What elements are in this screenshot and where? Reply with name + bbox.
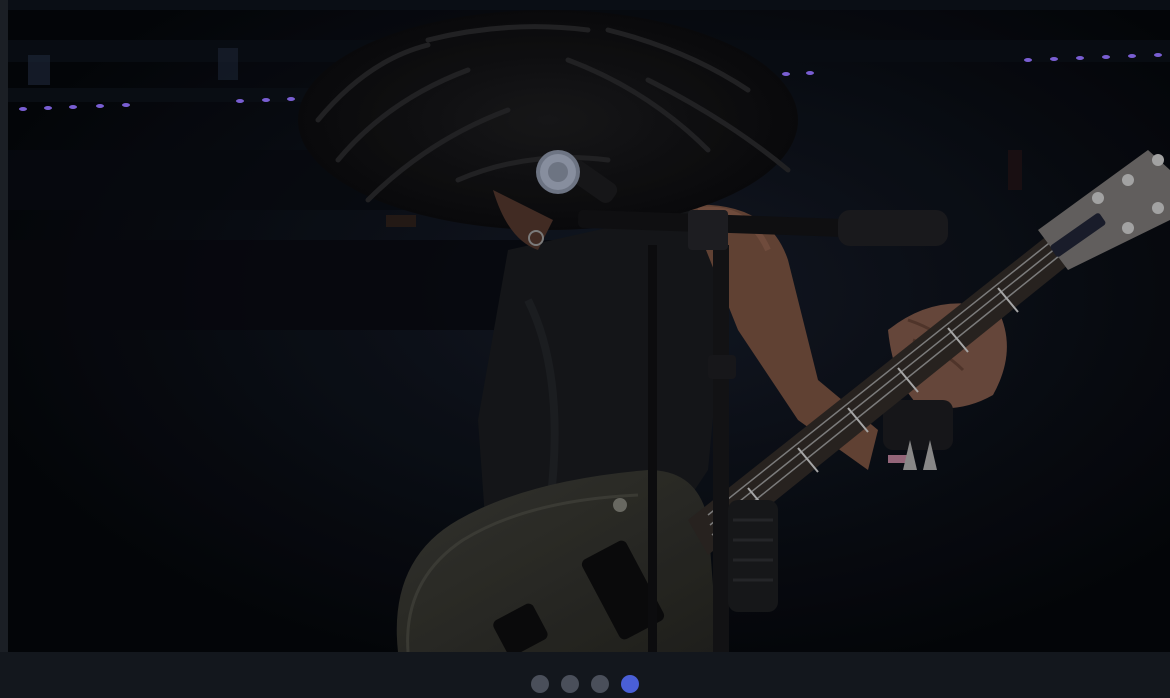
carousel-slide-image[interactable]: [8, 0, 1170, 652]
page: [0, 0, 1170, 698]
carousel-dot-1[interactable]: [531, 675, 549, 693]
concert-photo: [8, 0, 1170, 652]
carousel-dot-3[interactable]: [591, 675, 609, 693]
left-edge-strip: [0, 0, 8, 652]
carousel-dot-4[interactable]: [621, 675, 639, 693]
carousel-pagination: [0, 675, 1170, 693]
carousel-dot-2[interactable]: [561, 675, 579, 693]
